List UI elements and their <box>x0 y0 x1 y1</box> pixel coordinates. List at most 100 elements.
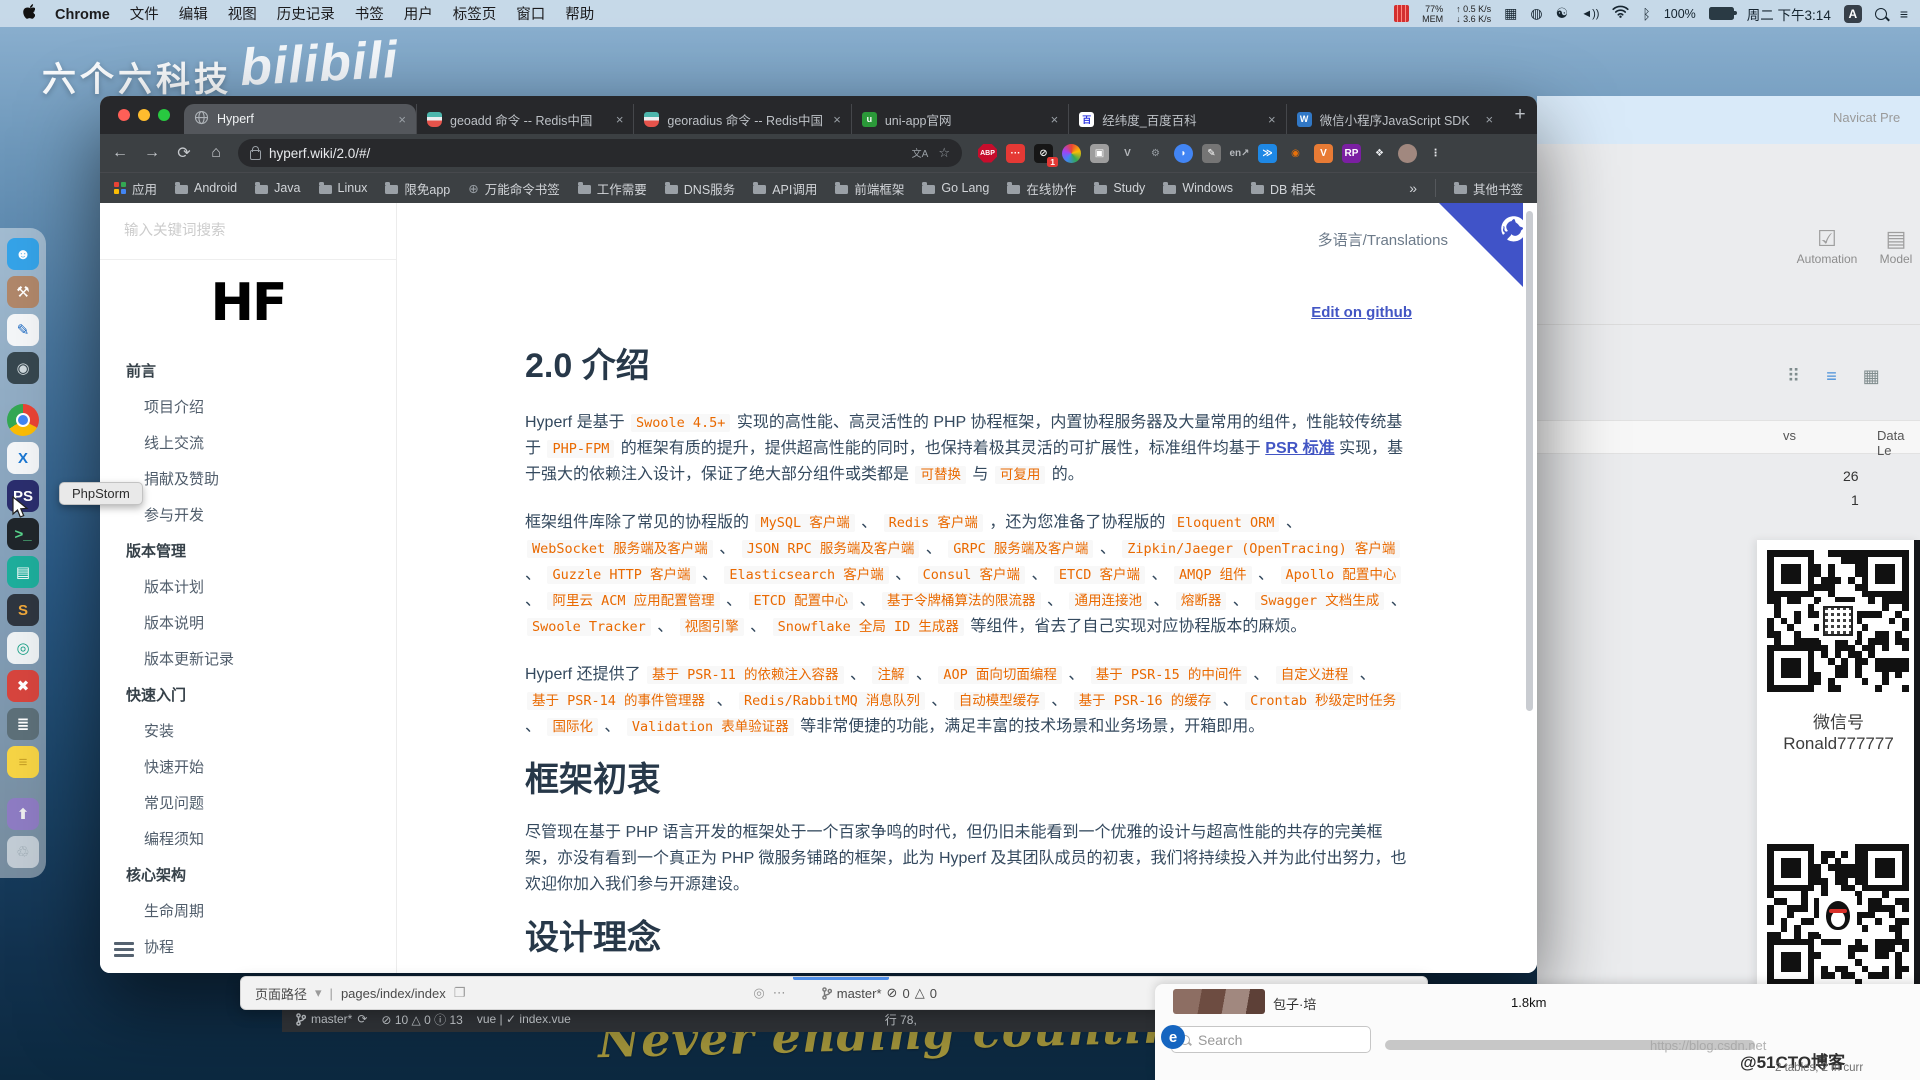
close-window-button[interactable] <box>118 109 130 121</box>
trash-icon[interactable]: ♲ <box>7 836 39 868</box>
adblock-plus-icon[interactable]: ABP <box>978 144 997 163</box>
bookmark-5[interactable]: ⊕万能命令书签 <box>468 179 560 198</box>
path-label[interactable]: 页面路径 <box>255 984 307 1003</box>
bluetooth-icon[interactable]: ᛒ <box>1642 6 1650 22</box>
edit-on-github-link[interactable]: Edit on github <box>1311 304 1412 321</box>
memory-monitor-icon[interactable] <box>1394 5 1409 22</box>
night-mode-icon[interactable]: ◗ <box>1174 144 1193 163</box>
blue-x-icon[interactable]: X <box>7 442 39 474</box>
sidebar-item-生命周期[interactable]: 生命周期 <box>126 894 396 930</box>
navicat-automation-button[interactable]: ☑ Automation <box>1789 226 1865 266</box>
color-picker-icon[interactable] <box>1062 144 1081 163</box>
other-bookmarks-button[interactable]: 其他书签 <box>1454 179 1523 198</box>
camera-gear-icon[interactable]: ◉ <box>7 352 39 384</box>
bookmark-9[interactable]: 前端框架 <box>835 179 904 198</box>
cursor-position[interactable]: 行 78, <box>885 1011 917 1028</box>
menubar-item-7[interactable]: 标签页 <box>443 7 507 23</box>
wifi-icon[interactable] <box>1612 5 1629 22</box>
sidebar-item-版本说明[interactable]: 版本说明 <box>126 606 396 642</box>
menubar-item-9[interactable]: 帮助 <box>555 7 604 23</box>
tab-5[interactable]: W微信小程序JavaScript SDK× <box>1286 104 1503 134</box>
extensions-puzzle-icon[interactable]: ❖ <box>1370 144 1389 163</box>
stats-grid-icon[interactable]: ▦ <box>1504 5 1517 22</box>
content-scrollbar[interactable] <box>1526 211 1533 711</box>
menubar-item-4[interactable]: 历史记录 <box>267 7 345 23</box>
layers-icon[interactable]: ≣ <box>7 708 39 740</box>
menubar-item-5[interactable]: 书签 <box>345 7 394 23</box>
zoom-window-button[interactable] <box>158 109 170 121</box>
bookmark-11[interactable]: 在线协作 <box>1007 179 1076 198</box>
translate-en-icon[interactable]: en↗ <box>1230 144 1249 163</box>
bookmark-3[interactable]: Linux <box>319 181 368 195</box>
page-path-value[interactable]: pages/index/index <box>341 986 446 1001</box>
bookmark-12[interactable]: Study <box>1094 181 1145 195</box>
clipboard-icon[interactable]: ▤ <box>7 556 39 588</box>
bookmark-0[interactable]: 应用 <box>114 179 157 198</box>
column-header[interactable]: vs <box>1783 428 1796 443</box>
red-x-icon[interactable]: ✖ <box>7 670 39 702</box>
sidebar-item-快速开始[interactable]: 快速开始 <box>126 750 396 786</box>
navicat-view-toggles[interactable]: ⠿ ≡ ▦ <box>1787 366 1880 387</box>
new-tab-button[interactable]: + <box>1503 104 1537 134</box>
utility-circle-icon[interactable]: ◍ <box>1530 5 1542 22</box>
sidebar-item-线上交流[interactable]: 线上交流 <box>126 426 396 462</box>
gear-icon[interactable]: ⚙ <box>1146 144 1165 163</box>
screenshot-camera-icon[interactable]: ▣ <box>1090 144 1109 163</box>
profile-avatar-icon[interactable] <box>1398 144 1417 163</box>
utility-hammer-icon[interactable]: ⚒ <box>7 276 39 308</box>
sidebar-item-版本更新记录[interactable]: 版本更新记录 <box>126 642 396 678</box>
language-mode[interactable]: vue | ✓ index.vue <box>477 1012 571 1026</box>
annotate-icon[interactable]: ✎ <box>1202 144 1221 163</box>
address-bar[interactable]: hyperf.wiki/2.0/#/ 文A ☆ <box>238 139 962 167</box>
tab-close-icon[interactable]: × <box>616 112 624 127</box>
sidebar-item-参与开发[interactable]: 参与开发 <box>126 498 396 534</box>
git-branch-status[interactable]: master* ⊘0 △0 <box>822 985 937 1001</box>
menubar-item-0[interactable]: Chrome <box>45 7 120 23</box>
bookmark-13[interactable]: Windows <box>1163 181 1233 195</box>
menubar-item-8[interactable]: 窗口 <box>506 7 555 23</box>
home-icon[interactable]: ⌂ <box>206 144 226 162</box>
inline-link[interactable]: PSR 标准 <box>1265 440 1334 457</box>
minimize-window-button[interactable] <box>138 109 150 121</box>
column-header[interactable]: Data Le <box>1877 428 1920 458</box>
apple-menu-icon[interactable] <box>12 4 45 24</box>
back-icon[interactable]: ← <box>110 144 130 162</box>
search-field[interactable]: Search e <box>1171 1026 1371 1053</box>
ring-icon[interactable]: ◎ <box>7 632 39 664</box>
menubar-item-6[interactable]: 用户 <box>394 7 443 23</box>
battery-icon[interactable] <box>1709 7 1734 20</box>
bookmark-7[interactable]: DNS服务 <box>665 179 735 198</box>
tab-4[interactable]: 百经纬度_百度百科× <box>1068 104 1285 134</box>
copy-icon[interactable]: ❐ <box>454 985 466 1001</box>
volume-icon[interactable]: ◄)) <box>1581 8 1599 20</box>
finder-icon[interactable]: ☻ <box>7 238 39 270</box>
more-dots-icon[interactable]: ⋯ <box>773 985 786 1001</box>
tab-close-icon[interactable]: × <box>1485 112 1493 127</box>
grid-view-icon[interactable]: ⠿ <box>1787 366 1800 387</box>
menubar-item-2[interactable]: 编辑 <box>169 7 218 23</box>
bookmarks-overflow-chevron[interactable]: » <box>1409 180 1417 196</box>
photo-thumbnail[interactable] <box>1173 989 1265 1014</box>
sidebar-item-常见问题[interactable]: 常见问题 <box>126 786 396 822</box>
sidebar-item-协程[interactable]: 协程 <box>126 930 396 966</box>
reload-icon[interactable]: ⟳ <box>174 143 194 163</box>
menubar-item-1[interactable]: 文件 <box>120 7 169 23</box>
docs-search-input[interactable] <box>122 222 374 240</box>
red-dots-icon[interactable]: ··· <box>1006 144 1025 163</box>
tab-1[interactable]: geoadd 命令 -- Redis中国× <box>416 104 633 134</box>
tab-active[interactable]: Hyperf× <box>184 104 416 134</box>
browser-menu-icon[interactable]: ⋮ <box>1426 144 1445 163</box>
navicat-model-button[interactable]: ▤ Model <box>1873 226 1919 266</box>
pen-icon[interactable]: ✎ <box>7 314 39 346</box>
git-branch-status[interactable]: master* ⟳ <box>296 1012 367 1026</box>
chrome-icon[interactable] <box>7 404 39 436</box>
v-letter-icon[interactable]: V <box>1118 144 1137 163</box>
installer-icon[interactable]: ⬆ <box>7 798 39 830</box>
list-view-icon[interactable]: ≡ <box>1826 366 1837 387</box>
sidebar-item-安装[interactable]: 安装 <box>126 714 396 750</box>
sidebar-toggle-icon[interactable] <box>114 939 134 961</box>
detail-view-icon[interactable]: ▦ <box>1863 366 1880 387</box>
problems-status[interactable]: ⊘ 10 △ 0 ⓘ 13 <box>381 1011 462 1028</box>
bookmark-2[interactable]: Java <box>255 181 300 195</box>
caret-down-icon[interactable]: ▾ <box>315 985 322 1001</box>
